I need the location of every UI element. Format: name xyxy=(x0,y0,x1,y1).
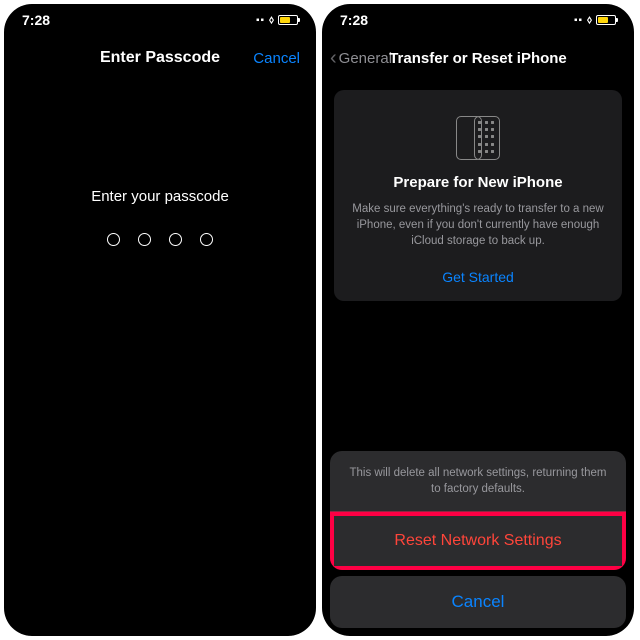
transfer-reset-screen: 7:28 ▪▪ ⬨ ‹ General Transfer or Reset iP… xyxy=(322,4,634,636)
battery-icon xyxy=(278,15,298,25)
action-sheet: This will delete all network settings, r… xyxy=(330,451,626,628)
chevron-left-icon: ‹ xyxy=(330,48,337,68)
cancel-button[interactable]: Cancel xyxy=(253,50,300,67)
nav-bar: Enter Passcode Cancel xyxy=(4,38,316,78)
status-time: 7:28 xyxy=(340,12,368,28)
phone-transfer-icon xyxy=(348,110,608,160)
signal-icon: ▪▪ xyxy=(256,15,265,26)
back-label: General xyxy=(339,50,392,67)
card-title: Prepare for New iPhone xyxy=(348,174,608,191)
status-bar: 7:28 ▪▪ ⬨ xyxy=(4,4,316,36)
status-time: 7:28 xyxy=(22,12,50,28)
status-bar: 7:28 ▪▪ ⬨ xyxy=(322,4,634,36)
signal-icon: ▪▪ xyxy=(574,15,583,26)
prepare-card: Prepare for New iPhone Make sure everyth… xyxy=(334,90,622,301)
passcode-dot xyxy=(138,233,151,246)
sheet-message: This will delete all network settings, r… xyxy=(330,451,626,512)
card-description: Make sure everything's ready to transfer… xyxy=(348,201,608,249)
nav-bar: ‹ General Transfer or Reset iPhone xyxy=(322,38,634,78)
battery-icon xyxy=(596,15,616,25)
wifi-icon: ⬨ xyxy=(587,14,592,27)
passcode-dot xyxy=(107,233,120,246)
status-indicators: ▪▪ ⬨ xyxy=(574,14,616,27)
status-indicators: ▪▪ ⬨ xyxy=(256,14,298,27)
passcode-prompt: Enter your passcode xyxy=(4,188,316,205)
passcode-dot xyxy=(200,233,213,246)
page-title: Transfer or Reset iPhone xyxy=(389,50,567,67)
passcode-dot xyxy=(169,233,182,246)
get-started-link[interactable]: Get Started xyxy=(348,269,608,285)
action-sheet-group: This will delete all network settings, r… xyxy=(330,451,626,570)
wifi-icon: ⬨ xyxy=(269,14,274,27)
passcode-screen: 7:28 ▪▪ ⬨ Enter Passcode Cancel Enter yo… xyxy=(4,4,316,636)
passcode-dots[interactable] xyxy=(4,233,316,246)
reset-network-settings-button[interactable]: Reset Network Settings xyxy=(330,512,626,570)
back-button[interactable]: ‹ General xyxy=(330,48,392,68)
sheet-cancel-button[interactable]: Cancel xyxy=(330,576,626,628)
page-title: Enter Passcode xyxy=(100,49,220,67)
